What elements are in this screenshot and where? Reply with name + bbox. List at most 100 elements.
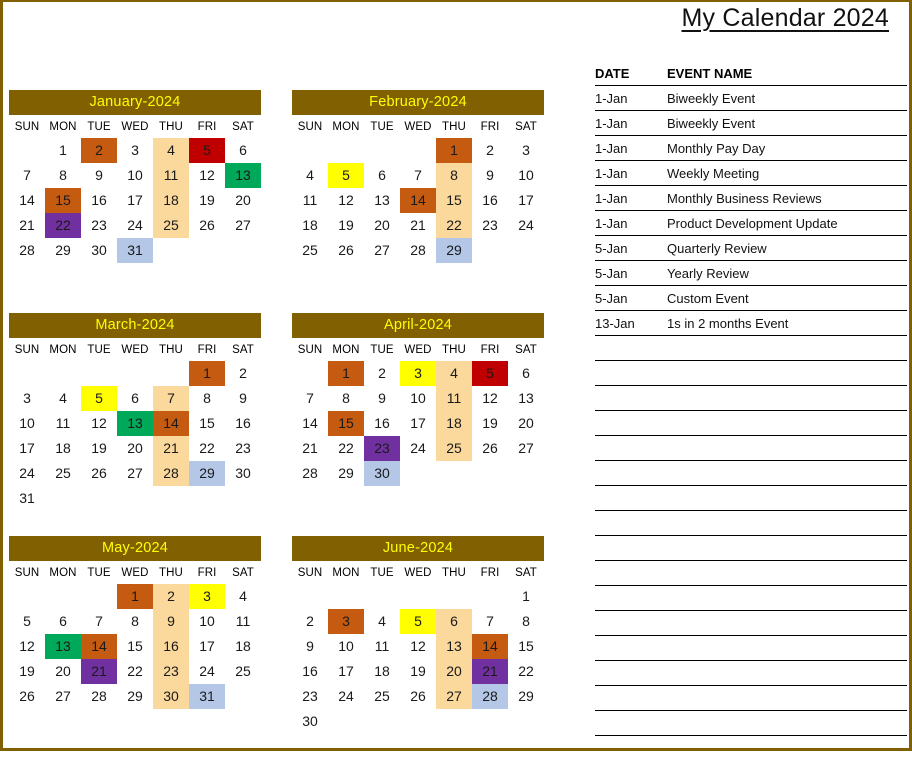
day-cell[interactable]: 17: [400, 411, 436, 436]
day-cell[interactable]: 21: [81, 659, 117, 684]
day-cell[interactable]: 27: [436, 684, 472, 709]
day-cell[interactable]: 20: [508, 411, 544, 436]
day-cell[interactable]: 8: [189, 386, 225, 411]
day-cell[interactable]: 19: [328, 213, 364, 238]
day-cell[interactable]: 22: [117, 659, 153, 684]
day-cell[interactable]: 7: [81, 609, 117, 634]
day-cell[interactable]: 15: [328, 411, 364, 436]
day-cell[interactable]: 1: [328, 361, 364, 386]
day-cell[interactable]: 24: [189, 659, 225, 684]
day-cell[interactable]: 29: [117, 684, 153, 709]
day-cell[interactable]: 25: [364, 684, 400, 709]
day-cell[interactable]: 18: [364, 659, 400, 684]
day-cell[interactable]: 13: [436, 634, 472, 659]
day-cell[interactable]: 19: [9, 659, 45, 684]
day-cell[interactable]: 21: [9, 213, 45, 238]
day-cell[interactable]: 4: [436, 361, 472, 386]
day-cell[interactable]: 23: [364, 436, 400, 461]
day-cell[interactable]: 30: [292, 709, 328, 734]
day-cell[interactable]: 8: [508, 609, 544, 634]
day-cell[interactable]: 31: [9, 486, 45, 511]
day-cell[interactable]: 18: [436, 411, 472, 436]
day-cell[interactable]: 22: [45, 213, 81, 238]
day-cell[interactable]: 9: [472, 163, 508, 188]
day-cell[interactable]: 30: [364, 461, 400, 486]
day-cell[interactable]: 5: [400, 609, 436, 634]
day-cell[interactable]: 29: [45, 238, 81, 263]
day-cell[interactable]: 31: [117, 238, 153, 263]
day-cell[interactable]: 1: [117, 584, 153, 609]
event-row[interactable]: 5-Jan Quarterly Review: [595, 235, 907, 261]
day-cell[interactable]: 6: [436, 609, 472, 634]
day-cell[interactable]: 4: [364, 609, 400, 634]
day-cell[interactable]: 24: [400, 436, 436, 461]
day-cell[interactable]: 8: [117, 609, 153, 634]
day-cell[interactable]: 3: [117, 138, 153, 163]
day-cell[interactable]: 10: [508, 163, 544, 188]
event-row[interactable]: 1-Jan Monthly Business Reviews: [595, 185, 907, 211]
day-cell[interactable]: 25: [225, 659, 261, 684]
day-cell[interactable]: 29: [508, 684, 544, 709]
day-cell[interactable]: 1: [189, 361, 225, 386]
event-row[interactable]: 1-Jan Product Development Update: [595, 210, 907, 236]
day-cell[interactable]: 13: [117, 411, 153, 436]
day-cell[interactable]: 30: [225, 461, 261, 486]
day-cell[interactable]: 18: [292, 213, 328, 238]
day-cell[interactable]: 19: [400, 659, 436, 684]
day-cell[interactable]: 2: [364, 361, 400, 386]
day-cell[interactable]: 16: [292, 659, 328, 684]
day-cell[interactable]: 16: [472, 188, 508, 213]
day-cell[interactable]: 14: [400, 188, 436, 213]
day-cell[interactable]: 29: [328, 461, 364, 486]
day-cell[interactable]: 6: [117, 386, 153, 411]
day-cell[interactable]: 16: [364, 411, 400, 436]
day-cell[interactable]: 15: [117, 634, 153, 659]
day-cell[interactable]: 3: [328, 609, 364, 634]
day-cell[interactable]: 3: [9, 386, 45, 411]
day-cell[interactable]: 1: [508, 584, 544, 609]
day-cell[interactable]: 13: [45, 634, 81, 659]
day-cell[interactable]: 9: [153, 609, 189, 634]
day-cell[interactable]: 26: [472, 436, 508, 461]
day-cell[interactable]: 23: [472, 213, 508, 238]
day-cell[interactable]: 22: [189, 436, 225, 461]
day-cell[interactable]: 3: [508, 138, 544, 163]
day-cell[interactable]: 1: [436, 138, 472, 163]
day-cell[interactable]: 19: [81, 436, 117, 461]
day-cell[interactable]: 28: [472, 684, 508, 709]
day-cell[interactable]: 2: [81, 138, 117, 163]
day-cell[interactable]: 11: [436, 386, 472, 411]
day-cell[interactable]: 13: [364, 188, 400, 213]
event-row[interactable]: 1-Jan Biweekly Event: [595, 85, 907, 111]
day-cell[interactable]: 21: [400, 213, 436, 238]
day-cell[interactable]: 27: [45, 684, 81, 709]
day-cell[interactable]: 20: [225, 188, 261, 213]
day-cell[interactable]: 28: [292, 461, 328, 486]
day-cell[interactable]: 4: [45, 386, 81, 411]
day-cell[interactable]: 8: [328, 386, 364, 411]
day-cell[interactable]: 17: [9, 436, 45, 461]
day-cell[interactable]: 12: [472, 386, 508, 411]
day-cell[interactable]: 16: [225, 411, 261, 436]
day-cell[interactable]: 5: [81, 386, 117, 411]
day-cell[interactable]: 26: [189, 213, 225, 238]
day-cell[interactable]: 7: [400, 163, 436, 188]
day-cell[interactable]: 27: [508, 436, 544, 461]
day-cell[interactable]: 28: [81, 684, 117, 709]
day-cell[interactable]: 8: [45, 163, 81, 188]
day-cell[interactable]: 6: [508, 361, 544, 386]
day-cell[interactable]: 20: [117, 436, 153, 461]
day-cell[interactable]: 12: [328, 188, 364, 213]
day-cell[interactable]: 17: [508, 188, 544, 213]
day-cell[interactable]: 18: [153, 188, 189, 213]
day-cell[interactable]: 15: [189, 411, 225, 436]
day-cell[interactable]: 2: [153, 584, 189, 609]
day-cell[interactable]: 20: [45, 659, 81, 684]
day-cell[interactable]: 26: [328, 238, 364, 263]
day-cell[interactable]: 26: [9, 684, 45, 709]
day-cell[interactable]: 6: [364, 163, 400, 188]
day-cell[interactable]: 23: [153, 659, 189, 684]
day-cell[interactable]: 19: [189, 188, 225, 213]
day-cell[interactable]: 11: [153, 163, 189, 188]
event-row[interactable]: 5-Jan Yearly Review: [595, 260, 907, 286]
